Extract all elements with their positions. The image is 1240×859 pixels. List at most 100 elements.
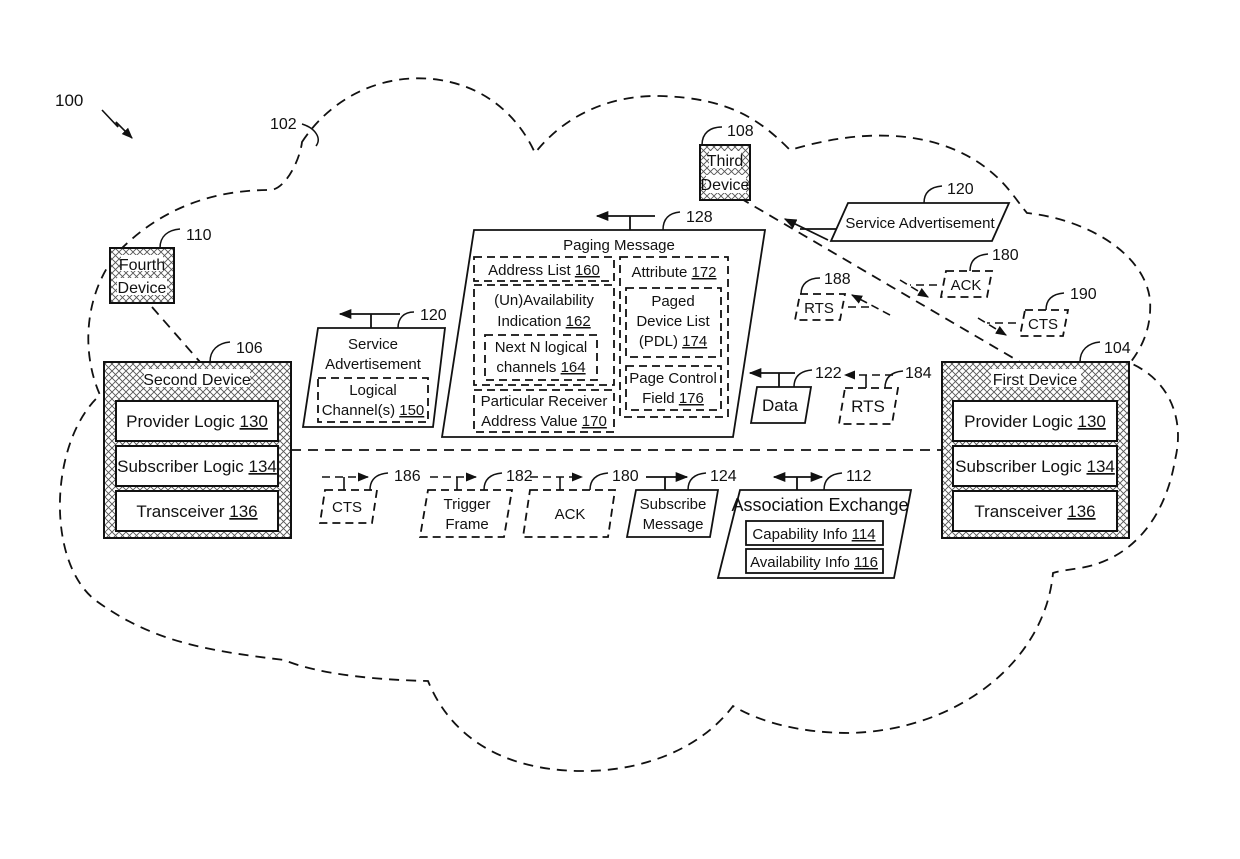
module-number: 134	[248, 457, 276, 476]
third-device-ref: 108	[727, 123, 754, 140]
svg-text:Subscriber Logic 134: Subscriber Logic 134	[955, 457, 1115, 476]
svg-text:Transceiver 136: Transceiver 136	[974, 502, 1095, 521]
ack-bottom-label: ACK	[555, 506, 586, 523]
second-device[interactable]: Second Device Provider Logic 130 Subscri…	[103, 340, 292, 539]
ack-top-ref: 180	[992, 247, 1019, 264]
first-device-transceiver[interactable]: Transceiver 136	[952, 490, 1118, 532]
module-label: Transceiver	[136, 502, 225, 521]
rts-184-label: RTS	[851, 397, 885, 416]
module-label: Provider Logic	[964, 412, 1073, 431]
svg-text:(PDL) 174: (PDL) 174	[639, 333, 707, 350]
service-ad-left-line1: Service	[348, 336, 398, 353]
module-number: 130	[240, 412, 268, 431]
second-device-provider-logic[interactable]: Provider Logic 130	[115, 400, 279, 442]
service-advertisement-left[interactable]: Service Advertisement Logical Channel(s)…	[301, 307, 447, 428]
association-ref: 112	[846, 468, 872, 485]
svg-text:Address List 160: Address List 160	[488, 262, 600, 279]
down-right-arrow-icon	[977, 317, 1007, 336]
lightning-arrow-icon	[101, 109, 133, 139]
data-leader	[793, 369, 813, 388]
second-device-subscriber-logic[interactable]: Subscriber Logic 134	[115, 445, 279, 487]
service-ad-right-label: Service Advertisement	[845, 215, 995, 232]
cts-message-186[interactable]: CTS 186	[318, 468, 421, 524]
trigger-line2: Frame	[445, 516, 488, 533]
second-device-leader	[209, 341, 231, 363]
cts-186-label: CTS	[332, 499, 362, 516]
pdl-line2: Device List	[636, 313, 710, 330]
rts-184-ref: 184	[905, 365, 932, 382]
unavailability-num: 162	[566, 313, 591, 330]
fourth-device-label-line1: Fourth	[119, 257, 165, 274]
svg-text:Indication 162: Indication 162	[497, 313, 590, 330]
module-number: 136	[229, 502, 257, 521]
figure-ref-label: 100	[55, 91, 83, 110]
capability-info[interactable]: Capability Info 114	[745, 520, 884, 546]
rts-188-label: RTS	[804, 300, 834, 317]
fourth-device[interactable]: Fourth Device 110	[109, 227, 212, 304]
association-leader	[823, 472, 843, 491]
data-label: Data	[762, 396, 798, 415]
next-n-num: 164	[561, 359, 586, 376]
trigger-line1: Trigger	[444, 496, 491, 513]
svg-text:Provider Logic 130: Provider Logic 130	[126, 412, 268, 431]
cts-190-leader	[1045, 292, 1065, 311]
pdl-num: 174	[682, 333, 707, 350]
svg-text:Subscriber Logic 134: Subscriber Logic 134	[117, 457, 277, 476]
rts-188-leader	[800, 277, 821, 295]
module-label: Subscriber Logic	[955, 457, 1082, 476]
up-left-arrow-icon	[851, 294, 891, 316]
first-device-provider-logic[interactable]: Provider Logic 130	[952, 400, 1118, 442]
network-leader-line	[301, 123, 319, 147]
page-control-line1: Page Control	[629, 370, 717, 387]
rts-184-leader	[884, 370, 904, 389]
rts-188-ref: 188	[824, 271, 851, 288]
third-device-label-line2: Device	[701, 177, 750, 194]
address-list-label: Address List	[488, 262, 571, 279]
availability-info[interactable]: Availability Info 116	[745, 548, 884, 574]
module-number: 130	[1078, 412, 1106, 431]
subscribe-message[interactable]: Subscribe Message 124	[625, 468, 737, 538]
second-device-transceiver[interactable]: Transceiver 136	[115, 490, 279, 532]
svg-text:channels 164: channels 164	[496, 359, 585, 376]
association-exchange[interactable]: Association Exchange Capability Info 114…	[716, 468, 913, 579]
ack-message-top[interactable]: ACK 180	[899, 247, 1019, 298]
first-device[interactable]: First Device Provider Logic 130 Subscrib…	[941, 340, 1131, 539]
first-device-title: First Device	[993, 372, 1078, 389]
data-message[interactable]: Data 122	[748, 365, 842, 424]
first-device-leader	[1079, 341, 1101, 363]
receiver-address-line1: Particular Receiver	[481, 393, 608, 410]
second-device-title: Second Device	[143, 372, 251, 389]
svg-text:Availability Info 116: Availability Info 116	[750, 554, 878, 571]
svg-text:Capability Info 114: Capability Info 114	[752, 526, 875, 543]
second-device-ref: 106	[236, 340, 263, 357]
trigger-ref: 182	[506, 468, 533, 485]
cts-message-190[interactable]: CTS 190	[977, 286, 1097, 337]
page-control-line2: Field	[642, 390, 675, 407]
svg-text:Address Value 170: Address Value 170	[481, 413, 607, 430]
first-device-subscriber-logic[interactable]: Subscriber Logic 134	[952, 445, 1118, 487]
subscribe-leader	[687, 472, 707, 491]
data-ref: 122	[815, 365, 842, 382]
service-ad-left-line2: Advertisement	[325, 356, 422, 373]
third-device[interactable]: Third Device 108	[699, 123, 754, 201]
network-ref-label: 102	[270, 116, 297, 133]
service-advertisement-right[interactable]: Service Advertisement 120	[783, 181, 1011, 242]
rts-message-184[interactable]: RTS 184	[837, 365, 932, 425]
paging-message[interactable]: 128 Paging Message Address List 160 (Un)…	[440, 209, 767, 438]
trigger-frame-message[interactable]: Trigger Frame 182	[418, 468, 533, 538]
page-control-num: 176	[679, 390, 704, 407]
subscribe-ref: 124	[710, 468, 737, 485]
svg-text:Provider Logic 130: Provider Logic 130	[964, 412, 1106, 431]
svg-text:Channel(s) 150: Channel(s) 150	[322, 402, 425, 419]
availability-num: 116	[854, 554, 878, 571]
logical-channels-num: 150	[399, 402, 424, 419]
pdl-line3: (PDL)	[639, 333, 678, 350]
next-n-line2: channels	[496, 359, 556, 376]
ack-message-bottom[interactable]: ACK 180	[521, 468, 639, 538]
ack-top-leader	[969, 253, 989, 272]
service-ad-right-leader	[923, 185, 943, 204]
svg-text:Field 176: Field 176	[642, 390, 704, 407]
fourth-device-leader	[159, 228, 181, 249]
module-label: Transceiver	[974, 502, 1063, 521]
service-ad-right-ref: 120	[947, 181, 974, 198]
